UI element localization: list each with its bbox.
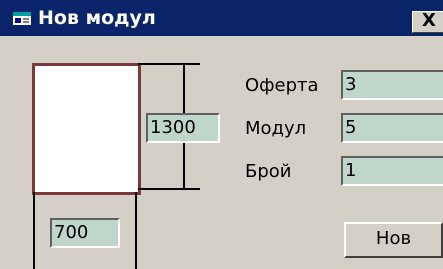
title-bar[interactable]: Нов модул X [0,0,443,36]
height-dimension-bottom-tick [138,188,200,190]
count-input[interactable]: 1 [341,156,443,186]
module-preview [32,63,141,195]
width-input[interactable]: 700 [50,218,120,248]
width-dimension-right-tick [135,192,137,269]
offer-input[interactable]: 3 [341,70,443,100]
close-button[interactable]: X [412,11,443,33]
new-module-window: Нов модул X 1300 700 Оферта 3 Модул 5 Бр… [0,0,443,269]
new-button[interactable]: Нов [344,222,443,258]
module-input[interactable]: 5 [341,113,443,143]
height-input[interactable]: 1300 [146,113,220,143]
window-title: Нов модул [38,7,156,29]
width-dimension-left-tick [33,192,35,269]
height-dimension-top-tick [138,63,200,65]
count-label: Брой [245,161,292,182]
offer-label: Оферта [245,75,319,96]
module-label: Модул [245,118,307,139]
app-icon [13,12,31,25]
